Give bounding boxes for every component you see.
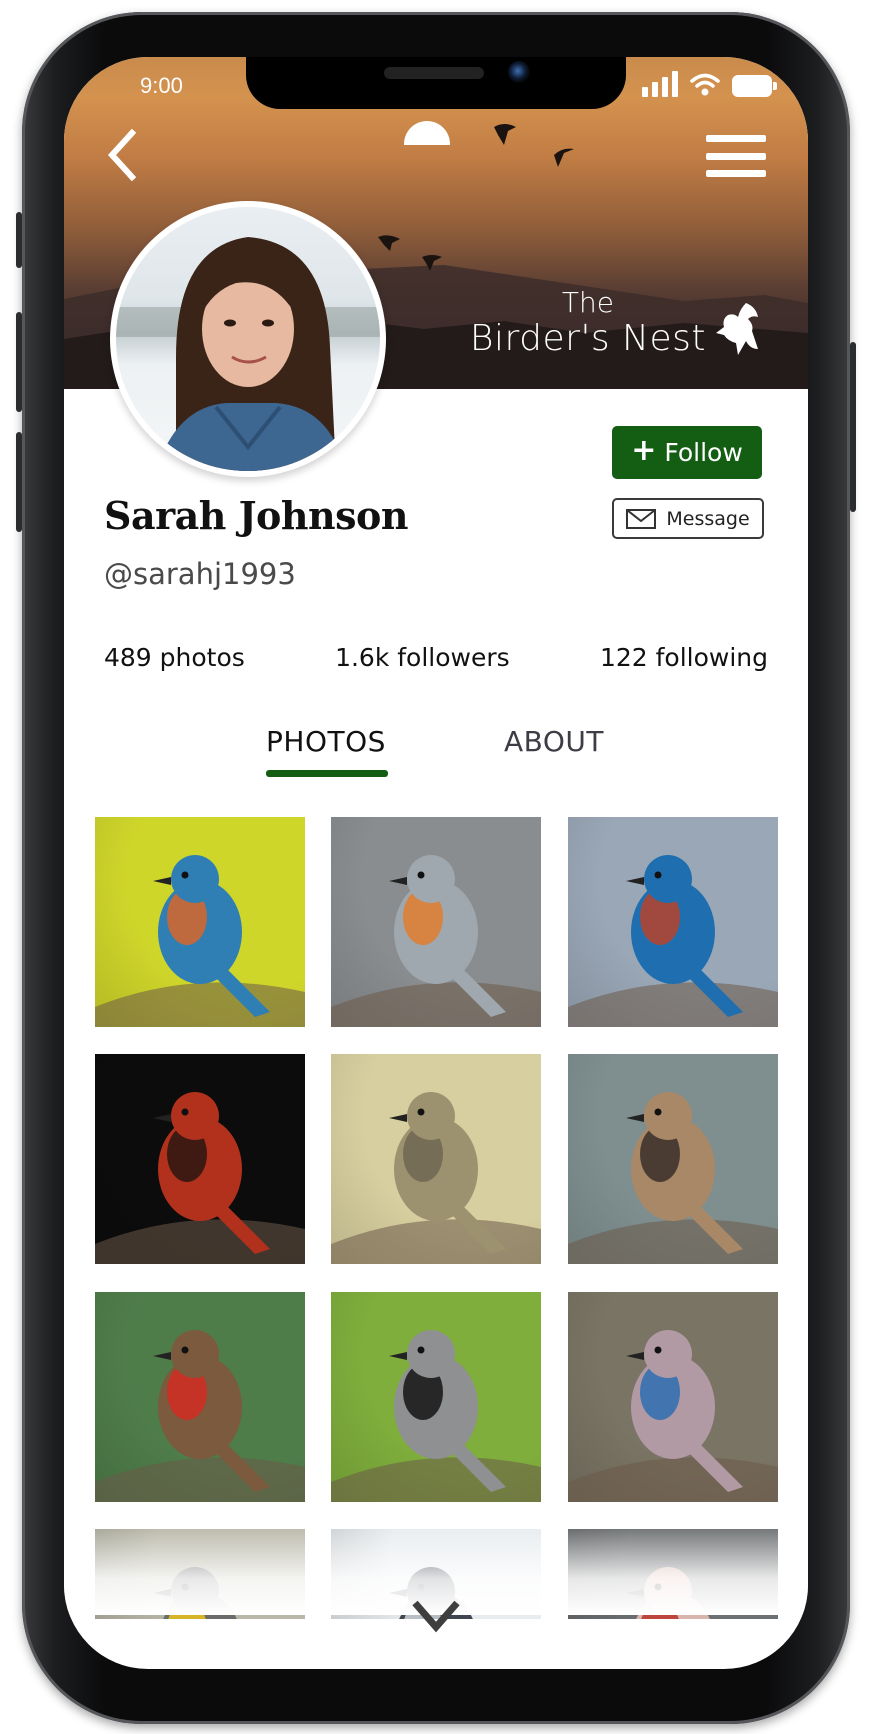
- profile-stats: 489 photos 1.6k followers 122 following: [104, 643, 768, 672]
- photo-tile[interactable]: [568, 1054, 778, 1264]
- stat-photos[interactable]: 489 photos: [104, 643, 245, 672]
- cellular-signal-icon: [642, 71, 678, 97]
- tab-about[interactable]: ABOUT: [504, 725, 604, 758]
- brand-name: Birder's Nest: [469, 318, 706, 359]
- bird-photo-graphic: [331, 855, 541, 1027]
- photo-tile[interactable]: [95, 1292, 305, 1502]
- message-label: Message: [666, 507, 750, 530]
- avatar-photo: [116, 207, 380, 471]
- photo-tile[interactable]: [331, 1054, 541, 1264]
- hamburger-menu-icon-bar: [706, 170, 766, 177]
- stat-followers[interactable]: 1.6k followers: [335, 643, 510, 672]
- chevron-left-icon: [107, 128, 137, 182]
- photo-tile[interactable]: [331, 817, 541, 1027]
- photo-tile[interactable]: [95, 1054, 305, 1264]
- follow-label: Follow: [664, 438, 743, 467]
- plus-icon: +: [631, 433, 657, 468]
- photo-tile[interactable]: [331, 1292, 541, 1502]
- profile-tabs: PHOTOS ABOUT: [64, 725, 808, 785]
- speaker-grille: [384, 67, 484, 79]
- bird-photo-graphic: [568, 1092, 778, 1264]
- bird-photo-graphic: [331, 1330, 541, 1502]
- battery-icon: [732, 75, 777, 97]
- bird-photo-graphic: [95, 1330, 305, 1502]
- person-portrait-graphic: [116, 237, 380, 471]
- volume-up-button: [16, 212, 22, 268]
- menu-button[interactable]: [706, 135, 766, 177]
- flying-birds-graphic: [378, 124, 574, 271]
- message-button[interactable]: Message: [612, 498, 764, 539]
- bird-photo-graphic: [568, 855, 778, 1027]
- status-time: 9:00: [140, 73, 183, 98]
- volume-up-button-2: [16, 312, 22, 412]
- hamburger-menu-icon-bar: [706, 135, 766, 142]
- wifi-icon: [690, 73, 720, 96]
- tab-photos[interactable]: PHOTOS: [266, 725, 386, 758]
- bird-photo-graphic: [95, 1092, 305, 1264]
- follow-button[interactable]: + Follow: [612, 426, 762, 479]
- bird-photo-graphic: [568, 1330, 778, 1502]
- profile-name: Sarah Johnson: [104, 493, 409, 538]
- photo-tile[interactable]: [95, 817, 305, 1027]
- chevron-down-icon: [412, 1600, 460, 1633]
- photo-tile[interactable]: [568, 1292, 778, 1502]
- front-camera: [508, 61, 530, 83]
- flying-bird-icon: [716, 303, 758, 355]
- profile-handle: @sarahj1993: [104, 557, 296, 591]
- status-icons: [642, 71, 777, 97]
- volume-down-button: [16, 432, 22, 532]
- scroll-down-button[interactable]: [409, 1597, 463, 1635]
- brand-line1: The: [561, 286, 614, 319]
- app-screen: The Birder's Nest 9:00 + Follow Message …: [64, 57, 808, 1669]
- bird-photo-graphic: [331, 1092, 541, 1264]
- avatar[interactable]: [110, 201, 386, 477]
- power-button: [850, 342, 856, 512]
- back-button[interactable]: [100, 127, 144, 183]
- hamburger-menu-icon-bar: [706, 152, 766, 160]
- photo-tile[interactable]: [568, 817, 778, 1027]
- stat-following[interactable]: 122 following: [600, 643, 768, 672]
- brand-logo: The Birder's Nest: [470, 289, 760, 357]
- envelope-icon: [626, 508, 657, 529]
- active-tab-indicator: [266, 770, 388, 777]
- phone-notch: [246, 57, 626, 109]
- bird-photo-graphic: [95, 855, 305, 1027]
